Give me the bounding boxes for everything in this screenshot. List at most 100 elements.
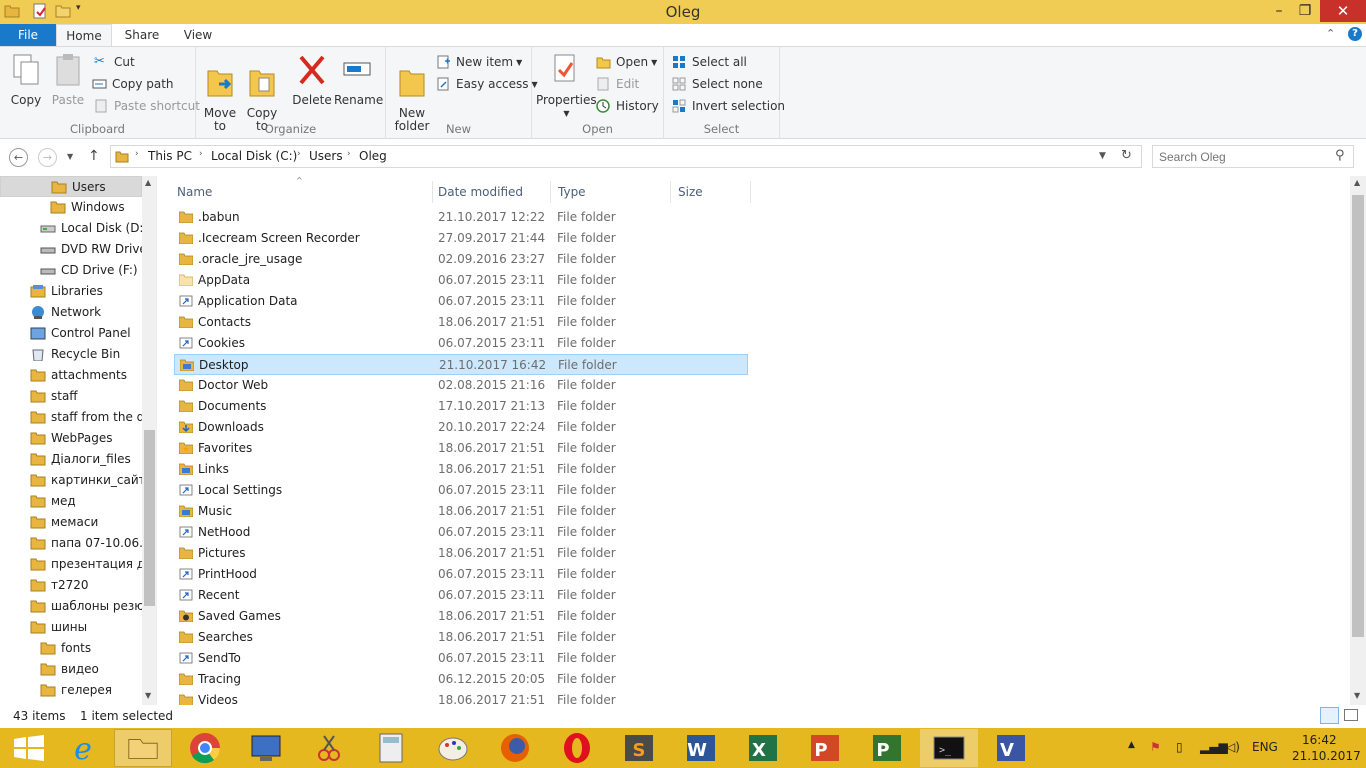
- file-row[interactable]: Saved Games 18.06.2017 21:51 File folder: [174, 606, 748, 627]
- action-center-icon[interactable]: ⚑: [1150, 740, 1161, 754]
- nav-item[interactable]: видео: [0, 659, 142, 680]
- file-row[interactable]: Documents 17.10.2017 21:13 File folder: [174, 396, 748, 417]
- delete-button[interactable]: Delete: [292, 53, 332, 107]
- file-row[interactable]: Downloads 20.10.2017 22:24 File folder: [174, 417, 748, 438]
- nav-scrollbar[interactable]: ▲ ▼: [142, 176, 156, 705]
- details-view-icon[interactable]: [1320, 707, 1339, 724]
- crumb-users[interactable]: Users: [309, 149, 343, 163]
- calculator-icon[interactable]: [362, 729, 420, 767]
- paste-button[interactable]: Paste: [48, 53, 88, 107]
- close-button[interactable]: ✕: [1320, 0, 1366, 22]
- recent-locations-icon[interactable]: ▼: [67, 152, 73, 161]
- nav-item[interactable]: Control Panel: [0, 323, 142, 344]
- large-icons-view-icon[interactable]: [1344, 709, 1358, 721]
- forward-button[interactable]: →: [38, 148, 57, 167]
- chrome-icon[interactable]: [176, 729, 234, 767]
- copy-path-button[interactable]: Copy path: [92, 74, 174, 94]
- file-row[interactable]: Desktop 21.10.2017 16:42 File folder: [174, 354, 748, 375]
- nav-item[interactable]: Libraries: [0, 281, 142, 302]
- paint-icon[interactable]: [424, 729, 482, 767]
- nav-item[interactable]: Recycle Bin: [0, 344, 142, 365]
- file-list-scroll-thumb[interactable]: [1352, 195, 1364, 637]
- file-row[interactable]: Favorites 18.06.2017 21:51 File folder: [174, 438, 748, 459]
- sublime-text-icon[interactable]: S: [610, 729, 668, 767]
- file-row[interactable]: Searches 18.06.2017 21:51 File folder: [174, 627, 748, 648]
- open-button[interactable]: Open ▼: [596, 52, 657, 72]
- crumb-this-pc[interactable]: This PC: [148, 149, 192, 163]
- file-row[interactable]: Cookies 06.07.2015 23:11 File folder: [174, 333, 748, 354]
- remote-desktop-icon[interactable]: [238, 729, 296, 767]
- crumb-oleg[interactable]: Oleg: [359, 149, 387, 163]
- firefox-icon[interactable]: [486, 729, 544, 767]
- column-date-modified[interactable]: Date modified: [434, 181, 551, 203]
- search-input[interactable]: [1153, 146, 1323, 167]
- nav-scroll-thumb[interactable]: [144, 430, 155, 606]
- nav-item[interactable]: мед: [0, 491, 142, 512]
- nav-item[interactable]: Network: [0, 302, 142, 323]
- nav-item[interactable]: папа 07-10.06.17: [0, 533, 142, 554]
- nav-item[interactable]: гелерея: [0, 680, 142, 701]
- file-row[interactable]: Links 18.06.2017 21:51 File folder: [174, 459, 748, 480]
- show-hidden-icons-icon[interactable]: ▲: [1128, 740, 1135, 750]
- file-row[interactable]: Recent 06.07.2015 23:11 File folder: [174, 585, 748, 606]
- nav-item[interactable]: staff from the de: [0, 407, 142, 428]
- file-row[interactable]: .Icecream Screen Recorder 27.09.2017 21:4…: [174, 228, 748, 249]
- back-button[interactable]: ←: [9, 148, 28, 167]
- clock-time[interactable]: 16:42: [1302, 733, 1337, 747]
- powerpoint-icon[interactable]: P: [796, 729, 854, 767]
- column-name[interactable]: Name: [173, 181, 433, 203]
- start-button[interactable]: [0, 729, 58, 767]
- scroll-down-icon[interactable]: ▼: [145, 691, 151, 700]
- file-row[interactable]: PrintHood 06.07.2015 23:11 File folder: [174, 564, 748, 585]
- network-signal-icon[interactable]: ▂▄▆: [1200, 740, 1228, 754]
- nav-item[interactable]: т2720: [0, 575, 142, 596]
- maximize-button[interactable]: ❐: [1288, 0, 1322, 22]
- search-box[interactable]: ⚲: [1152, 145, 1354, 168]
- command-prompt-icon[interactable]: >_: [920, 729, 978, 767]
- opera-icon[interactable]: [548, 729, 606, 767]
- file-row[interactable]: Tracing 06.12.2015 20:05 File folder: [174, 669, 748, 690]
- internet-explorer-icon[interactable]: e: [54, 729, 112, 767]
- history-button[interactable]: History: [596, 96, 659, 116]
- select-all-button[interactable]: Select all: [672, 52, 747, 72]
- nav-item[interactable]: картинки_сайт: [0, 470, 142, 491]
- clock-date[interactable]: 21.10.2017: [1292, 749, 1361, 763]
- file-list-scrollbar[interactable]: ▲ ▼: [1350, 176, 1366, 705]
- tab-share[interactable]: Share: [114, 24, 170, 47]
- paste-shortcut-button[interactable]: Paste shortcut: [94, 96, 200, 116]
- file-row[interactable]: SendTo 06.07.2015 23:11 File folder: [174, 648, 748, 669]
- nav-item[interactable]: Local Disk (D:): [0, 218, 142, 239]
- excel-icon[interactable]: X: [734, 729, 792, 767]
- file-row[interactable]: .babun 21.10.2017 12:22 File folder: [174, 207, 748, 228]
- file-row[interactable]: .oracle_jre_usage 02.09.2016 23:27 File fo…: [174, 249, 748, 270]
- address-dropdown-icon[interactable]: ▼: [1099, 151, 1106, 161]
- tab-file[interactable]: File: [0, 24, 56, 47]
- file-row[interactable]: Local Settings 06.07.2015 23:11 File folde…: [174, 480, 748, 501]
- collapse-ribbon-icon[interactable]: ⌃: [1326, 27, 1335, 40]
- nav-item[interactable]: CD Drive (F:): [0, 260, 142, 281]
- nav-item[interactable]: Windows: [0, 197, 142, 218]
- rename-button[interactable]: Rename: [334, 53, 383, 107]
- visio-icon[interactable]: V: [982, 729, 1040, 767]
- edit-button[interactable]: Edit: [596, 74, 639, 94]
- scroll-up-icon[interactable]: ▲: [1354, 178, 1360, 187]
- file-row[interactable]: AppData 06.07.2015 23:11 File folder: [174, 270, 748, 291]
- nav-item[interactable]: Users: [0, 176, 142, 197]
- new-item-button[interactable]: New item ▼: [436, 52, 522, 72]
- file-row[interactable]: Doctor Web 02.08.2015 21:16 File folder: [174, 375, 748, 396]
- refresh-icon[interactable]: ↻: [1121, 148, 1132, 163]
- tab-view[interactable]: View: [170, 24, 226, 47]
- nav-item[interactable]: Діалоги_files: [0, 449, 142, 470]
- nav-item[interactable]: шины: [0, 617, 142, 638]
- file-row[interactable]: Music 18.06.2017 21:51 File folder: [174, 501, 748, 522]
- easy-access-button[interactable]: Easy access ▼: [436, 74, 538, 94]
- up-button[interactable]: ↑: [88, 148, 100, 164]
- nav-item[interactable]: DVD RW Drive (: [0, 239, 142, 260]
- scroll-up-icon[interactable]: ▲: [145, 178, 151, 187]
- file-explorer-icon[interactable]: [114, 729, 172, 767]
- help-icon[interactable]: ?: [1348, 27, 1362, 41]
- address-bar[interactable]: › This PC › Local Disk (C:) › Users › Ol…: [110, 145, 1142, 168]
- project-icon[interactable]: P: [858, 729, 916, 767]
- tab-home[interactable]: Home: [56, 24, 112, 47]
- nav-item[interactable]: staff: [0, 386, 142, 407]
